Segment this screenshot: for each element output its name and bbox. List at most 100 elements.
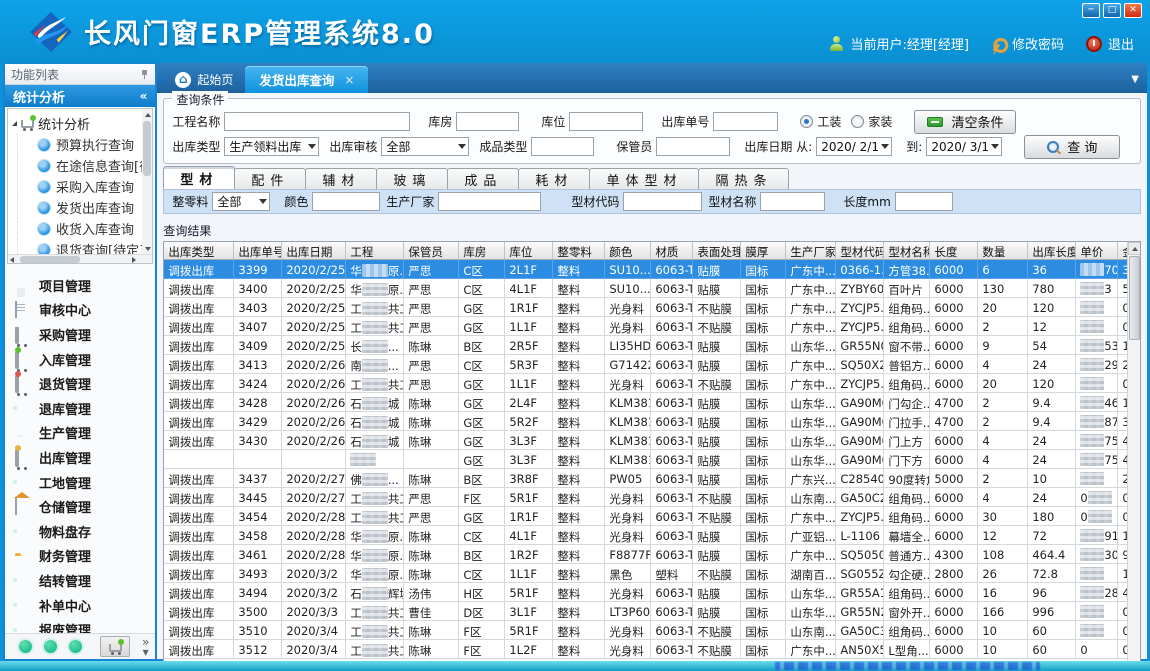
- tree-item[interactable]: 收货入库查询: [17, 218, 152, 239]
- column-header[interactable]: 工程: [346, 242, 404, 259]
- material-tab[interactable]: 玻璃: [376, 168, 448, 189]
- table-row[interactable]: 调拨出库34072020/2/25工共工程严思G区1L1F整料光身料6063-T…: [164, 317, 1141, 336]
- keeper-input[interactable]: [656, 137, 730, 156]
- sidebar-item[interactable]: 财务管理: [15, 544, 155, 569]
- material-tab[interactable]: 单体型材: [589, 168, 699, 189]
- cart-button[interactable]: [100, 636, 130, 657]
- profile-code-input[interactable]: [623, 192, 702, 211]
- table-row[interactable]: 调拨出库35002020/3/3工共工程曹佳D区3L1F整料LT3P606063…: [164, 602, 1141, 621]
- table-row[interactable]: 调拨出库35122020/3/4工共工程陈琳F区1L2F整料光身料6063-T5…: [164, 640, 1141, 659]
- column-header[interactable]: 保管员: [404, 242, 459, 259]
- radio-gongzhuang-label[interactable]: 工装: [817, 113, 841, 130]
- minimize-button[interactable]: ─: [1082, 3, 1100, 18]
- column-header[interactable]: 表面处理: [693, 242, 741, 259]
- table-row[interactable]: 调拨出库34032020/2/25工共工程严思G区1R1F整料光身料6063-T…: [164, 298, 1141, 317]
- clear-conditions-button[interactable]: 清空条件: [914, 110, 1016, 134]
- column-header[interactable]: 出库单号: [234, 242, 282, 259]
- maximize-button[interactable]: □: [1103, 3, 1121, 18]
- table-row[interactable]: G区3L3F整料KLM38176063-T5贴膜国标山东华...GA90M09.…: [164, 450, 1141, 469]
- sidebar-item[interactable]: 仓储管理: [15, 494, 155, 519]
- material-tab[interactable]: 成品: [447, 168, 519, 189]
- scroll-right-icon[interactable]: [132, 257, 136, 263]
- table-row[interactable]: 调拨出库34132020/2/26南...严思C区5R3F整料G71422606…: [164, 355, 1141, 374]
- sidebar-item[interactable]: 项目管理: [15, 273, 155, 298]
- vertical-scroll-thumb[interactable]: [1129, 256, 1140, 340]
- logout-button[interactable]: 退出: [1086, 34, 1134, 53]
- column-header[interactable]: 出库长度: [1028, 242, 1076, 259]
- column-header[interactable]: 生产厂家: [786, 242, 836, 259]
- tree-item[interactable]: 发货出库查询: [17, 197, 152, 218]
- whole-piece-select[interactable]: 全部: [212, 192, 270, 211]
- material-tab[interactable]: 型材: [163, 166, 235, 189]
- radio-jiazhuang[interactable]: [851, 115, 864, 128]
- sidebar-item[interactable]: 入库管理: [15, 347, 155, 372]
- outbound-type-select[interactable]: 生产领料出库: [224, 137, 319, 156]
- expand-triangle-icon[interactable]: [12, 121, 17, 126]
- scroll-up-icon[interactable]: [145, 113, 151, 117]
- outbound-order-input[interactable]: [713, 112, 778, 131]
- column-header[interactable]: 单价: [1076, 242, 1118, 259]
- warehouse-input[interactable]: [456, 112, 519, 131]
- tree-item[interactable]: 退货查询[待定]: [17, 239, 152, 254]
- table-row[interactable]: 调拨出库34242020/2/26工共工程严思G区1L1F整料光身料6063-T…: [164, 374, 1141, 393]
- scroll-left-icon[interactable]: [10, 257, 14, 263]
- collapse-icon[interactable]: «: [140, 89, 148, 103]
- sidebar-item[interactable]: 生产管理: [15, 421, 155, 446]
- product-type-input[interactable]: [531, 137, 594, 156]
- pin-icon[interactable]: [140, 70, 149, 79]
- table-row[interactable]: 调拨出库34542020/2/28工共工程严思G区1R1F整料光身料6063-T…: [164, 507, 1141, 526]
- material-tab[interactable]: 配件: [234, 168, 306, 189]
- sidebar-item[interactable]: 退库管理: [15, 396, 155, 421]
- table-row[interactable]: 调拨出库34302020/2/26石城陈琳G区3L3F整料KLM38176063…: [164, 431, 1141, 450]
- column-header[interactable]: 型材代码: [836, 242, 884, 259]
- table-row[interactable]: 调拨出库34582020/2/28华原...陈琳C区4L1F整料光身料6063-…: [164, 526, 1141, 545]
- sidebar-item[interactable]: 工地管理: [15, 470, 155, 495]
- table-row[interactable]: 调拨出库35102020/3/4工共工程陈琳F区5R1F整料光身料6063-T5…: [164, 621, 1141, 640]
- close-button[interactable]: ✕: [1124, 3, 1142, 18]
- sidebar-item[interactable]: 出库管理: [15, 445, 155, 470]
- location-input[interactable]: [569, 112, 643, 131]
- sidebar-item[interactable]: 补单中心: [15, 593, 155, 618]
- radio-gongzhuang[interactable]: [800, 115, 813, 128]
- green-dot-icon[interactable]: [19, 640, 32, 653]
- tree-root[interactable]: 统计分析: [12, 112, 152, 134]
- table-row[interactable]: 调拨出库34002020/2/25华原...严思C区4L1F整料SU10...6…: [164, 279, 1141, 298]
- color-input[interactable]: [312, 192, 380, 211]
- column-header[interactable]: 数量: [978, 242, 1028, 259]
- table-row[interactable]: 调拨出库34092020/2/25长...陈琳B区2R5F整料LI35HD606…: [164, 336, 1141, 355]
- sidebar-section-header[interactable]: 统计分析 «: [5, 85, 155, 107]
- material-tab[interactable]: 耗材: [518, 168, 590, 189]
- sidebar-item[interactable]: 审核中心: [15, 298, 155, 323]
- table-vertical-scrollbar[interactable]: [1127, 242, 1140, 671]
- tree-item[interactable]: 预算执行查询: [17, 134, 152, 155]
- scroll-up-icon[interactable]: [1132, 247, 1138, 251]
- column-header[interactable]: 整零料: [553, 242, 605, 259]
- logout-label[interactable]: 退出: [1108, 34, 1134, 53]
- column-header[interactable]: 长度: [930, 242, 978, 259]
- sidebar-item[interactable]: 结转管理: [15, 568, 155, 593]
- date-to-select[interactable]: 2020/ 3/16: [926, 137, 1002, 156]
- column-header[interactable]: 库位: [505, 242, 553, 259]
- table-row[interactable]: 调拨出库34292020/2/26石城陈琳G区5R2F整料KLM38176063…: [164, 412, 1141, 431]
- table-row[interactable]: 调拨出库33992020/2/25华原...严思C区2L1F整料SU10...6…: [164, 260, 1141, 279]
- tree-horizontal-scrollbar[interactable]: [8, 254, 152, 263]
- tree-vertical-scrollbar[interactable]: [142, 109, 152, 255]
- scroll-down-icon[interactable]: [145, 247, 151, 251]
- column-header[interactable]: 出库日期: [282, 242, 346, 259]
- column-header[interactable]: 库房: [459, 242, 505, 259]
- material-tab[interactable]: 辅材: [305, 168, 377, 189]
- tab-list-dropdown-icon[interactable]: ▼: [1131, 74, 1139, 85]
- radio-jiazhuang-label[interactable]: 家装: [868, 113, 892, 130]
- sidebar-item[interactable]: 退货管理: [15, 371, 155, 396]
- column-header[interactable]: 膜厚: [741, 242, 786, 259]
- tab-shipping-outbound-query[interactable]: 发货出库查询 ×: [245, 66, 368, 93]
- table-row[interactable]: 调拨出库34942020/3/2石辉城汤伟H区5R1F整料光身料6063-T5贴…: [164, 583, 1141, 602]
- table-row[interactable]: 调拨出库34932020/3/2华原...陈琳C区1L1F整料黑色塑料不贴膜国标…: [164, 564, 1141, 583]
- project-name-input[interactable]: [224, 112, 410, 131]
- column-header[interactable]: 材质: [651, 242, 693, 259]
- table-row[interactable]: 调拨出库34282020/2/26石城陈琳G区2L4F整料KLM38176063…: [164, 393, 1141, 412]
- green-dot-icon[interactable]: [69, 640, 82, 653]
- sidebar-item[interactable]: 采购管理: [15, 322, 155, 347]
- table-row[interactable]: 调拨出库34372020/2/27佛...陈琳B区3R8F整料PW056063-…: [164, 469, 1141, 488]
- green-dot-icon[interactable]: [44, 640, 57, 653]
